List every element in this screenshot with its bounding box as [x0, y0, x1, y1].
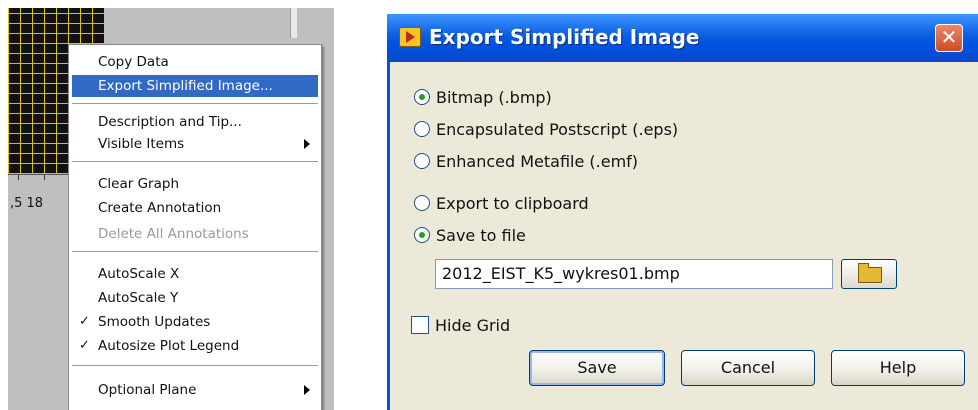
- menu-item-label: Copy Data: [98, 54, 169, 70]
- axis-tick: [18, 175, 19, 180]
- menu-item-label: Autosize Plot Legend: [98, 338, 240, 354]
- menu-item-autoscale-y[interactable]: AutoScale Y: [72, 287, 318, 309]
- checkmark-icon: ✓: [79, 314, 90, 329]
- hide-grid-checkbox[interactable]: [411, 316, 429, 334]
- menu-item-label: Description and Tip...: [98, 114, 242, 130]
- menu-item-visible-items[interactable]: Visible Items: [72, 133, 318, 155]
- axis-tick: [44, 175, 45, 180]
- menu-item-label: Visible Items: [98, 136, 185, 152]
- help-button[interactable]: Help: [831, 350, 965, 386]
- labview-vi-icon: [399, 27, 421, 47]
- close-icon: ✕: [940, 25, 958, 49]
- cancel-button[interactable]: Cancel: [681, 350, 815, 386]
- menu-item-delete-all-annotations: Delete All Annotations: [72, 223, 318, 245]
- graph-panel: ,5 18 Copy Data Export Simplified Image.…: [8, 8, 334, 410]
- radio-label: Export to clipboard: [436, 194, 589, 213]
- menu-item-autosize-plot-legend[interactable]: ✓ Autosize Plot Legend: [72, 335, 318, 357]
- radio-button[interactable]: [414, 89, 430, 105]
- menu-item-create-annotation[interactable]: Create Annotation: [72, 197, 318, 219]
- menu-item-clear-graph[interactable]: Clear Graph: [72, 173, 318, 195]
- radio-label: Enhanced Metafile (.emf): [436, 152, 639, 171]
- checkmark-icon: ✓: [79, 338, 90, 353]
- menu-separator: [72, 365, 318, 367]
- menu-item-description-and-tip[interactable]: Description and Tip...: [72, 111, 318, 133]
- radio-label: Encapsulated Postscript (.eps): [436, 120, 679, 139]
- menu-item-label: Optional Plane: [98, 382, 197, 398]
- dialog-titlebar[interactable]: Export Simplified Image ✕: [387, 14, 978, 62]
- radio-label: Bitmap (.bmp): [436, 88, 552, 107]
- radio-label: Save to file: [436, 226, 526, 245]
- graph-scroll-edge: [290, 8, 297, 38]
- dialog-title: Export Simplified Image: [429, 25, 700, 49]
- context-menu: Copy Data Export Simplified Image... Des…: [68, 44, 322, 410]
- menu-item-label: AutoScale X: [98, 266, 180, 282]
- menu-item-label: Clear Graph: [98, 176, 180, 192]
- submenu-arrow-icon: [304, 139, 310, 149]
- menu-item-optional-plane[interactable]: Optional Plane: [72, 379, 318, 401]
- menu-item-label: Export Simplified Image...: [98, 78, 273, 94]
- menu-item-label: Delete All Annotations: [98, 226, 249, 242]
- menu-item-autoscale-x[interactable]: AutoScale X: [72, 263, 318, 285]
- radio-button[interactable]: [414, 195, 430, 211]
- submenu-arrow-icon: [304, 385, 310, 395]
- radio-button[interactable]: [414, 121, 430, 137]
- export-simplified-image-dialog: Export Simplified Image ✕ Bitmap (.bmp) …: [387, 14, 978, 410]
- radio-button[interactable]: [414, 153, 430, 169]
- close-button[interactable]: ✕: [935, 24, 963, 52]
- menu-item-label: Smooth Updates: [98, 314, 211, 330]
- radio-button[interactable]: [414, 227, 430, 243]
- folder-open-icon: [858, 263, 882, 283]
- menu-item-smooth-updates[interactable]: ✓ Smooth Updates: [72, 311, 318, 333]
- menu-item-export-simplified-image[interactable]: Export Simplified Image...: [72, 75, 318, 97]
- menu-item-label: Create Annotation: [98, 200, 222, 216]
- browse-button[interactable]: [841, 259, 897, 289]
- save-button[interactable]: Save: [529, 350, 665, 386]
- menu-separator: [72, 161, 318, 163]
- file-path-field[interactable]: 2012_EIST_K5_wykres01.bmp: [435, 259, 833, 289]
- axis-tick-label: ,5 18: [10, 196, 44, 211]
- menu-item-copy-data[interactable]: Copy Data: [72, 51, 318, 73]
- menu-separator: [72, 103, 318, 105]
- menu-separator: [72, 251, 318, 253]
- menu-item-label: AutoScale Y: [98, 290, 179, 306]
- hide-grid-label: Hide Grid: [435, 316, 511, 335]
